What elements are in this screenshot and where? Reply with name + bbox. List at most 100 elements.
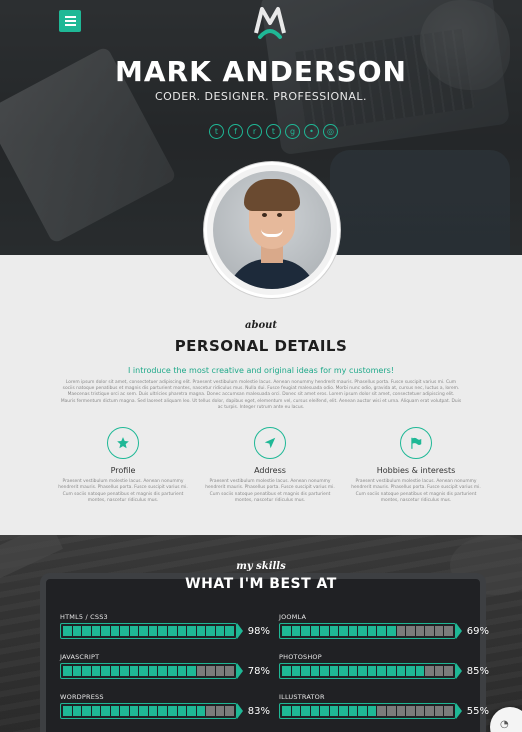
- feature-text: Praesent vestibulum molestie lacus. Aene…: [205, 479, 335, 504]
- feature-profile: Profile Praesent vestibulum molestie lac…: [48, 427, 198, 505]
- skill-bar-segment: [282, 626, 291, 636]
- menu-icon-line: [64, 16, 76, 18]
- skill-bar-wrap: 69%: [279, 623, 489, 639]
- section-title: PERSONAL DETAILS: [174, 337, 348, 355]
- google-plus-icon[interactable]: g: [285, 124, 300, 139]
- skill-bar-segment: [301, 666, 310, 676]
- skill-bar-segment: [196, 706, 206, 716]
- skill-bar: [60, 703, 237, 719]
- skill-bar-wrap: 83%: [60, 703, 270, 719]
- skill-bar-segment: [101, 706, 110, 716]
- skill-bar-segment: [320, 626, 329, 636]
- skill-item: HTML5 / CSS3 98%: [60, 613, 270, 639]
- skill-bar-segment: [396, 626, 406, 636]
- skill-bar-segment: [206, 706, 215, 716]
- skill-bar-segment: [82, 626, 91, 636]
- skill-name: ILLUSTRATOR: [279, 693, 325, 701]
- flickr-icon[interactable]: •: [304, 124, 319, 139]
- skill-bar-segment: [206, 666, 215, 676]
- hero-name: MARK ANDERSON: [115, 55, 407, 88]
- feature-text: Praesent vestibulum molestie lacus. Aene…: [58, 479, 188, 504]
- skill-bar-wrap: 78%: [60, 663, 270, 679]
- skill-bar-segment: [129, 706, 139, 716]
- skill-bar-segment: [158, 706, 168, 716]
- skill-bar-segment: [177, 666, 187, 676]
- hobbies-circle[interactable]: [400, 427, 432, 459]
- skill-bar-segment: [291, 666, 301, 676]
- skill-bar-segment: [72, 626, 82, 636]
- skill-bar-segment: [425, 706, 434, 716]
- menu-button[interactable]: [59, 10, 81, 32]
- skill-bar-segment: [415, 666, 425, 676]
- feature-label: Hobbies & interests: [376, 466, 456, 475]
- skill-bar: [60, 623, 237, 639]
- skill-bar-segment: [377, 626, 387, 636]
- skill-bar-segment: [358, 706, 367, 716]
- address-circle[interactable]: [254, 427, 286, 459]
- skill-percent: 69%: [466, 625, 489, 637]
- skill-bar-segment: [110, 666, 120, 676]
- skill-bar-segment: [206, 626, 215, 636]
- avatar: [213, 171, 331, 289]
- avatar-shirt: [227, 259, 317, 289]
- skills-title: WHAT I'M BEST AT: [185, 576, 337, 592]
- facebook-icon[interactable]: f: [228, 124, 243, 139]
- skill-bar-segment: [72, 706, 82, 716]
- skill-bar-segment: [434, 706, 444, 716]
- logo-icon: [254, 7, 286, 39]
- rss-icon[interactable]: r: [247, 124, 262, 139]
- skill-bar-segment: [301, 706, 310, 716]
- skill-bar-segment: [63, 626, 72, 636]
- skill-bar-segment: [82, 706, 91, 716]
- skill-bar-wrap: 85%: [279, 663, 489, 679]
- skill-bar-segment: [129, 666, 139, 676]
- skill-bar-segment: [139, 666, 148, 676]
- skills-script-label: my skills: [236, 561, 286, 572]
- skill-bar-segment: [282, 666, 291, 676]
- skill-bar-segment: [434, 666, 444, 676]
- skill-bar-segment: [406, 626, 415, 636]
- skill-bar-segment: [225, 706, 234, 716]
- skill-percent: 85%: [466, 665, 489, 677]
- skill-item: WORDPRESS 83%: [60, 693, 270, 719]
- skill-bar-segment: [110, 706, 120, 716]
- skill-bar-segment: [406, 666, 415, 676]
- skill-bar-segment: [72, 666, 82, 676]
- skill-bar-segment: [101, 626, 110, 636]
- dribbble-icon[interactable]: ◎: [323, 124, 338, 139]
- skill-bar-segment: [387, 666, 396, 676]
- skill-bar-segment: [310, 706, 320, 716]
- skill-bar-segment: [177, 626, 187, 636]
- skill-bar-segment: [358, 666, 367, 676]
- skill-item: JOOMLA 69%: [279, 613, 489, 639]
- skill-bar-segment: [320, 666, 329, 676]
- skill-percent: 83%: [247, 705, 270, 717]
- profile-circle[interactable]: [107, 427, 139, 459]
- skill-bar-segment: [329, 666, 339, 676]
- skill-bar: [60, 663, 237, 679]
- feature-label: Profile: [110, 466, 136, 475]
- skill-bar-segment: [139, 626, 148, 636]
- skill-bar-segment: [425, 626, 434, 636]
- tumblr-icon[interactable]: t: [266, 124, 281, 139]
- skill-bar-segment: [396, 666, 406, 676]
- skill-percent: 55%: [466, 705, 489, 717]
- skill-bar-segment: [348, 706, 358, 716]
- skill-bar-segment: [415, 626, 425, 636]
- skill-bar-segment: [91, 626, 101, 636]
- skill-bar-segment: [291, 626, 301, 636]
- skill-bar-segment: [396, 706, 406, 716]
- twitter-icon[interactable]: t: [209, 124, 224, 139]
- skill-bar-segment: [291, 706, 301, 716]
- skill-bar: [279, 623, 456, 639]
- chat-icon: ◔: [500, 719, 509, 730]
- hero-tagline: CODER. DESIGNER. PROFESSIONAL.: [154, 90, 368, 103]
- site-logo[interactable]: [250, 3, 290, 41]
- skill-bar-segment: [387, 706, 396, 716]
- skill-bar-segment: [320, 706, 329, 716]
- skill-bar-segment: [329, 626, 339, 636]
- skill-bar-segment: [329, 706, 339, 716]
- skill-bar-segment: [120, 626, 129, 636]
- skill-bar-segment: [63, 706, 72, 716]
- skill-bar-segment: [187, 626, 196, 636]
